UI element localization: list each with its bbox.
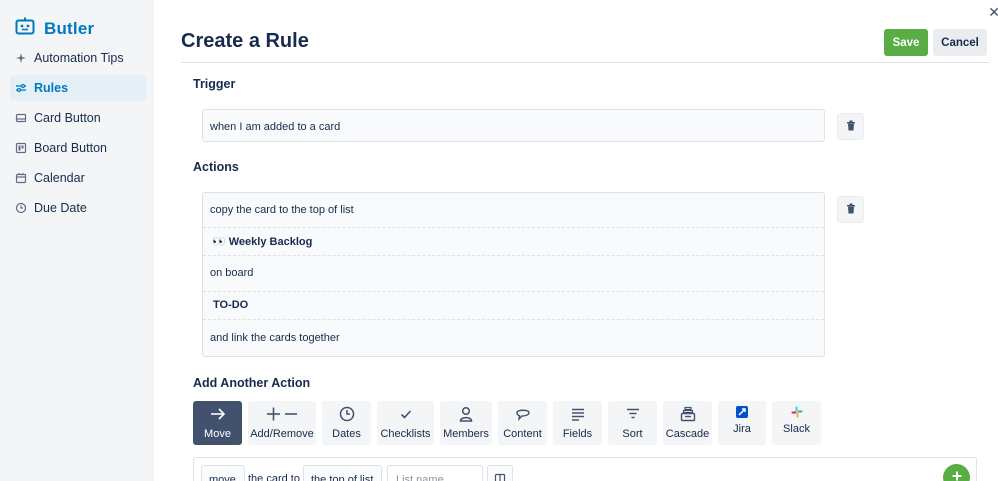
actions-box: copy the card to the top of list 👀 Weekl… <box>202 192 825 357</box>
save-button[interactable]: Save <box>884 29 928 56</box>
plus-minus-icon <box>248 406 316 422</box>
lines-icon <box>553 406 602 422</box>
tile-move[interactable]: Move <box>193 401 242 445</box>
check-icon <box>377 406 434 422</box>
person-icon <box>440 406 492 422</box>
sidebar-item-label: Board Button <box>34 141 107 155</box>
sidebar-item-label: Card Button <box>34 111 101 125</box>
sidebar-item-label: Due Date <box>34 201 87 215</box>
clock-icon <box>322 406 371 422</box>
sidebar-item-rules[interactable]: Rules <box>10 75 146 101</box>
action-row[interactable]: on board <box>203 255 824 291</box>
trash-icon <box>846 118 856 136</box>
sort-icon <box>608 406 657 422</box>
action-row-text: TO-DO <box>213 299 249 311</box>
sidebar-item-label: Calendar <box>34 171 85 185</box>
action-row[interactable]: and link the cards together <box>203 319 824 357</box>
sidebar-nav: Automation Tips Rules Card Button Board … <box>0 45 154 221</box>
action-type-tiles: Move Add/Remove Dates Checklists Members… <box>193 401 821 445</box>
sidebar-item-board-button[interactable]: Board Button <box>10 135 146 161</box>
butler-robot-icon <box>15 17 35 40</box>
tile-members[interactable]: Members <box>440 401 492 445</box>
trash-icon <box>846 201 856 219</box>
tile-label: Sort <box>622 428 643 440</box>
action-row-text: and link the cards together <box>210 332 340 344</box>
action-row[interactable]: copy the card to the top of list <box>203 193 824 227</box>
sidebar-item-calendar[interactable]: Calendar <box>10 165 146 191</box>
tile-label: Dates <box>332 428 361 440</box>
action-row[interactable]: 👀 Weekly Backlog <box>203 227 824 255</box>
tile-label: Checklists <box>380 428 431 440</box>
tile-checklists[interactable]: Checklists <box>377 401 434 445</box>
verb-select[interactable]: move <box>201 465 245 481</box>
tile-label: Move <box>204 428 231 440</box>
builder-text: the card to <box>248 473 300 481</box>
board-icon <box>14 142 27 155</box>
card-icon <box>14 112 27 125</box>
slack-icon <box>772 406 821 418</box>
tile-label: Fields <box>562 428 593 440</box>
brand[interactable]: Butler <box>0 0 154 44</box>
page-title: Create a Rule <box>181 30 309 52</box>
sidebar-item-automation-tips[interactable]: Automation Tips <box>10 45 146 71</box>
tile-label: Content <box>503 428 542 440</box>
jira-icon <box>718 406 766 418</box>
action-row-text: copy the card to the top of list <box>210 204 354 216</box>
board-icon <box>494 473 506 481</box>
sidebar-item-card-button[interactable]: Card Button <box>10 105 146 131</box>
list-name-input[interactable]: List name <box>387 465 483 481</box>
sidebar-item-due-date[interactable]: Due Date <box>10 195 146 221</box>
sidebar-item-label: Rules <box>34 81 69 95</box>
clock-icon <box>14 202 27 215</box>
tile-label: Jira <box>733 423 751 435</box>
sparkle-icon <box>14 52 27 65</box>
main-panel: Create a Rule Save Cancel Trigger when I… <box>154 0 998 481</box>
cancel-button[interactable]: Cancel <box>933 29 987 56</box>
position-select[interactable]: the top of list <box>303 465 382 481</box>
action-builder: move the card to the top of list List na… <box>193 457 977 481</box>
title-divider <box>181 62 989 63</box>
tile-label: Add/Remove <box>250 428 314 440</box>
tile-sort[interactable]: Sort <box>608 401 657 445</box>
delete-action-button[interactable] <box>837 196 864 223</box>
cascade-icon <box>663 406 712 422</box>
app-title: Butler <box>44 18 95 38</box>
action-row-text: 👀 Weekly Backlog <box>212 235 313 248</box>
tile-label: Slack <box>783 423 810 435</box>
speech-bubble-icon <box>498 406 547 422</box>
board-picker-button[interactable] <box>487 465 513 481</box>
tile-cascade[interactable]: Cascade <box>663 401 712 445</box>
tile-jira[interactable]: Jira <box>718 401 766 445</box>
action-row[interactable]: TO-DO <box>203 291 824 319</box>
actions-heading: Actions <box>193 160 239 174</box>
trigger-text: when I am added to a card <box>210 121 341 133</box>
tile-label: Members <box>443 428 489 440</box>
plus-icon <box>951 469 963 481</box>
calendar-icon <box>14 172 27 185</box>
arrow-right-icon <box>193 406 242 422</box>
sliders-icon <box>14 82 27 95</box>
action-row-text: on board <box>210 267 254 279</box>
trigger-box[interactable]: when I am added to a card <box>202 109 825 142</box>
tile-add-remove[interactable]: Add/Remove <box>248 401 316 445</box>
tile-content[interactable]: Content <box>498 401 547 445</box>
tile-label: Cascade <box>665 428 710 440</box>
trigger-heading: Trigger <box>193 77 236 91</box>
sidebar-item-label: Automation Tips <box>34 51 124 65</box>
sidebar: Butler Automation Tips Rules Card Button… <box>0 0 154 481</box>
tile-slack[interactable]: Slack <box>772 401 821 445</box>
add-action-heading: Add Another Action <box>193 376 311 390</box>
tile-dates[interactable]: Dates <box>322 401 371 445</box>
delete-trigger-button[interactable] <box>837 113 864 140</box>
tile-fields[interactable]: Fields <box>553 401 602 445</box>
